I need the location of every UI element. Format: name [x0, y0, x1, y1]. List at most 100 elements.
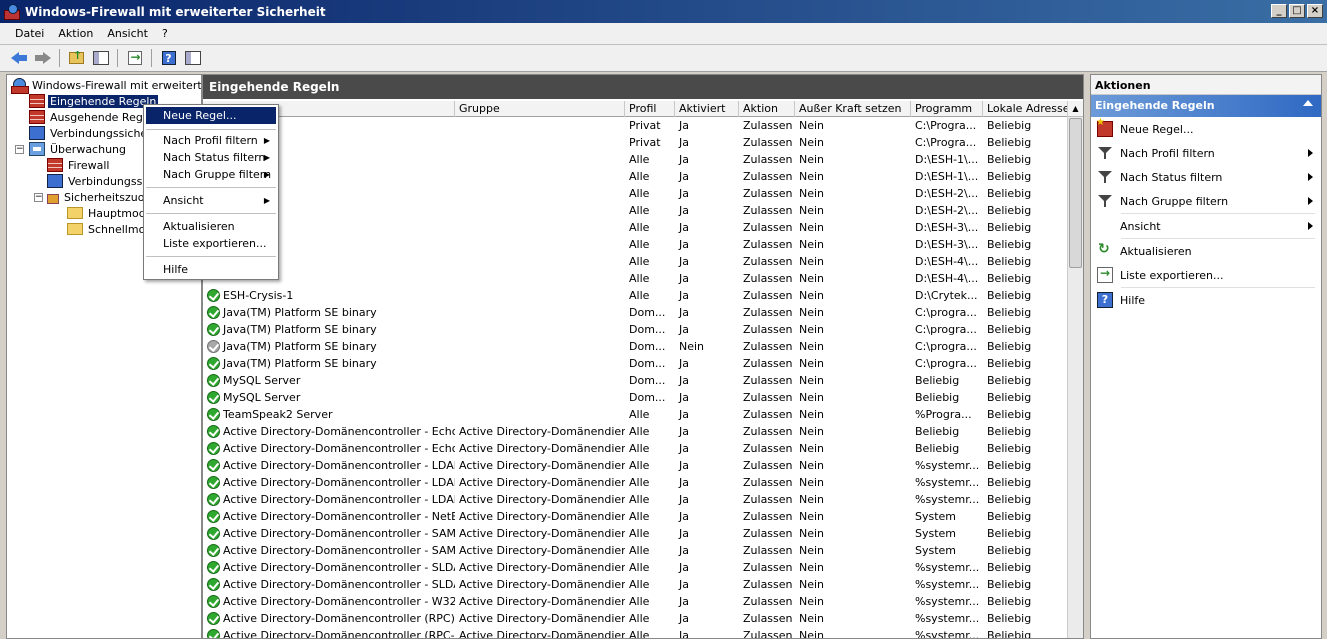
action-filter-group[interactable]: Nach Gruppe filtern [1091, 189, 1321, 213]
table-row[interactable]: Alle Ja Zulassen Nein D:\ESH-4\... Beliebig [203, 270, 1069, 287]
export-button[interactable] [124, 48, 145, 68]
tree-node-outbound-rules[interactable]: Ausgehende Regeln [29, 109, 162, 125]
column-header-program[interactable]: Programm [911, 101, 983, 117]
show-hide-tree-button[interactable] [90, 48, 111, 68]
table-row[interactable]: Active Directory-Domänencontroller - LDA… [203, 457, 1069, 474]
table-row[interactable]: Alle Ja Zulassen Nein D:\ESH-2\... Beliebig [203, 202, 1069, 219]
action-filter-profile[interactable]: Nach Profil filtern [1091, 141, 1321, 165]
table-row[interactable]: Active Directory-Domänencontroller - SLD… [203, 576, 1069, 593]
column-header-enabled[interactable]: Aktiviert [675, 101, 739, 117]
table-row[interactable]: Privat Ja Zulassen Nein C:\Progra... Beliebig [203, 117, 1069, 134]
tree-node-firewall[interactable]: Firewall [47, 157, 111, 173]
maximize-button[interactable]: □ [1289, 4, 1305, 18]
column-header-group[interactable]: Gruppe [455, 101, 625, 117]
table-row[interactable]: ESH-Crysis-1 Alle Ja Zulassen Nein D:\Crytek.… [203, 287, 1069, 304]
table-cell-action: Zulassen [743, 561, 793, 574]
table-cell-program: D:\ESH-4\... [915, 255, 979, 268]
table-cell-program: %systemr... [915, 493, 980, 506]
table-cell-enabled: Nein [679, 340, 705, 353]
table-row[interactable]: Alle Ja Zulassen Nein D:\ESH-3\... Beliebig [203, 236, 1069, 253]
collapse-security-associations-toggle[interactable]: − [34, 193, 43, 202]
table-cell-program: %systemr... [915, 629, 980, 639]
table-row[interactable]: Active Directory-Domänencontroller - Ech… [203, 423, 1069, 440]
table-row[interactable]: Active Directory-Domänencontroller - LDA… [203, 474, 1069, 491]
ctx-export-list[interactable]: Liste exportieren... [146, 235, 276, 252]
show-hide-actions-button[interactable] [182, 48, 203, 68]
actions-section-inbound-rules[interactable]: Eingehende Regeln [1091, 95, 1321, 117]
table-row[interactable]: Alle Ja Zulassen Nein D:\ESH-1\... Beliebig [203, 151, 1069, 168]
table-row[interactable]: Active Directory-Domänencontroller (RPC-… [203, 627, 1069, 639]
table-row[interactable]: Active Directory-Domänencontroller - Net… [203, 508, 1069, 525]
table-row[interactable]: Active Directory-Domänencontroller - SAM… [203, 525, 1069, 542]
table-cell-profile: Alle [629, 221, 650, 234]
forward-button[interactable] [32, 48, 53, 68]
ctx-refresh[interactable]: Aktualisieren [146, 218, 276, 235]
vertical-scrollbar[interactable]: ▲ [1067, 101, 1083, 638]
table-row[interactable]: Java(TM) Platform SE binary Dom... Ja Zulas… [203, 355, 1069, 372]
table-cell-profile: Privat [629, 119, 661, 132]
table-row[interactable]: Java(TM) Platform SE binary Dom... Nein Zul… [203, 338, 1069, 355]
table-row[interactable]: Alle Ja Zulassen Nein D:\ESH-1\... Beliebig [203, 168, 1069, 185]
table-row[interactable]: TeamSpeak2 Server Alle Ja Zulassen Nein %Prog… [203, 406, 1069, 423]
table-cell-name: Active Directory-Domänencontroller - Net… [203, 510, 455, 523]
table-row[interactable]: MySQL Server Dom... Ja Zulassen Nein Beliebig… [203, 389, 1069, 406]
table-row[interactable]: Active Directory-Domänencontroller - W32… [203, 593, 1069, 610]
tree-node-inbound-rules[interactable]: Eingehende Regeln [29, 93, 159, 109]
action-export-list[interactable]: Liste exportieren... [1091, 263, 1321, 287]
scroll-up-button[interactable]: ▲ [1068, 101, 1083, 117]
table-row[interactable]: MySQL Server Dom... Ja Zulassen Nein Beliebig… [203, 372, 1069, 389]
table-cell-group: Active Directory-Domänendien... [459, 442, 625, 455]
table-row[interactable]: Java(TM) Platform SE binary Dom... Ja Zulas… [203, 321, 1069, 338]
table-row[interactable]: Active Directory-Domänencontroller - Ech… [203, 440, 1069, 457]
table-cell-program: D:\ESH-2\... [915, 204, 979, 217]
table-cell-program: D:\ESH-1\... [915, 170, 979, 183]
column-header-profile[interactable]: Profil [625, 101, 675, 117]
ctx-new-rule[interactable]: Neue Regel... [146, 107, 276, 124]
help-button[interactable]: ? [158, 48, 179, 68]
menu-help[interactable]: ? [155, 27, 175, 40]
tree-node-monitoring[interactable]: Überwachung [29, 141, 128, 157]
tree-node-root[interactable]: Windows-Firewall mit erweiterter S [11, 77, 201, 94]
close-button[interactable]: × [1307, 4, 1323, 18]
up-folder-button[interactable] [66, 48, 87, 68]
tree-node-security-associations[interactable]: Sicherheitszuor [47, 189, 151, 205]
table-cell-override: Nein [799, 153, 825, 166]
table-cell-action: Zulassen [743, 238, 793, 251]
table-row[interactable]: Active Directory-Domänencontroller - LDA… [203, 491, 1069, 508]
ctx-filter-group[interactable]: Nach Gruppe filtern ▶ [146, 166, 276, 183]
menu-file[interactable]: Datei [8, 27, 51, 40]
minimize-button[interactable]: _ [1271, 4, 1287, 18]
menu-view[interactable]: Ansicht [100, 27, 155, 40]
scroll-thumb[interactable] [1069, 118, 1082, 268]
table-row[interactable]: Java(TM) Platform SE binary Dom... Ja Zulas… [203, 304, 1069, 321]
action-new-rule[interactable]: Neue Regel... [1091, 117, 1321, 141]
action-view[interactable]: Ansicht [1091, 214, 1321, 238]
ctx-filter-status[interactable]: Nach Status filtern ▶ [146, 149, 276, 166]
tree-node-main-mode[interactable]: Hauptmodu [67, 205, 155, 221]
collapse-monitoring-toggle[interactable]: − [15, 145, 24, 154]
table-row[interactable]: Active Directory-Domänencontroller - SLD… [203, 559, 1069, 576]
table-cell-program: D:\ESH-2\... [915, 187, 979, 200]
column-header-action[interactable]: Aktion [739, 101, 795, 117]
action-help[interactable]: ? Hilfe [1091, 288, 1321, 312]
table-cell-group: Active Directory-Domänendien... [459, 459, 625, 472]
tree-node-connection-security[interactable]: Verbindungssicherh [29, 125, 161, 141]
table-cell-action: Zulassen [743, 255, 793, 268]
menu-action[interactable]: Aktion [51, 27, 100, 40]
table-row[interactable]: Active Directory-Domänencontroller (RPC)… [203, 610, 1069, 627]
ctx-filter-profile[interactable]: Nach Profil filtern ▶ [146, 132, 276, 149]
ctx-help[interactable]: Hilfe [146, 261, 276, 278]
column-header-override[interactable]: Außer Kraft setzen [795, 101, 911, 117]
table-row[interactable]: Alle Ja Zulassen Nein D:\ESH-4\... Beliebig [203, 253, 1069, 270]
table-row[interactable]: Alle Ja Zulassen Nein D:\ESH-3\... Beliebig [203, 219, 1069, 236]
table-row[interactable]: Active Directory-Domänencontroller - SAM… [203, 542, 1069, 559]
action-refresh[interactable]: Aktualisieren [1091, 239, 1321, 263]
table-row[interactable]: Alle Ja Zulassen Nein D:\ESH-2\... Beliebig [203, 185, 1069, 202]
table-row[interactable]: Privat Ja Zulassen Nein C:\Progra... Beliebig [203, 134, 1069, 151]
table-cell-local-address: Beliebig [987, 476, 1032, 489]
table-cell-override: Nein [799, 578, 825, 591]
action-filter-status[interactable]: Nach Status filtern [1091, 165, 1321, 189]
back-button[interactable] [8, 48, 29, 68]
ctx-view[interactable]: Ansicht ▶ [146, 192, 276, 209]
column-header-local-address[interactable]: Lokale Adresse [983, 101, 1069, 117]
